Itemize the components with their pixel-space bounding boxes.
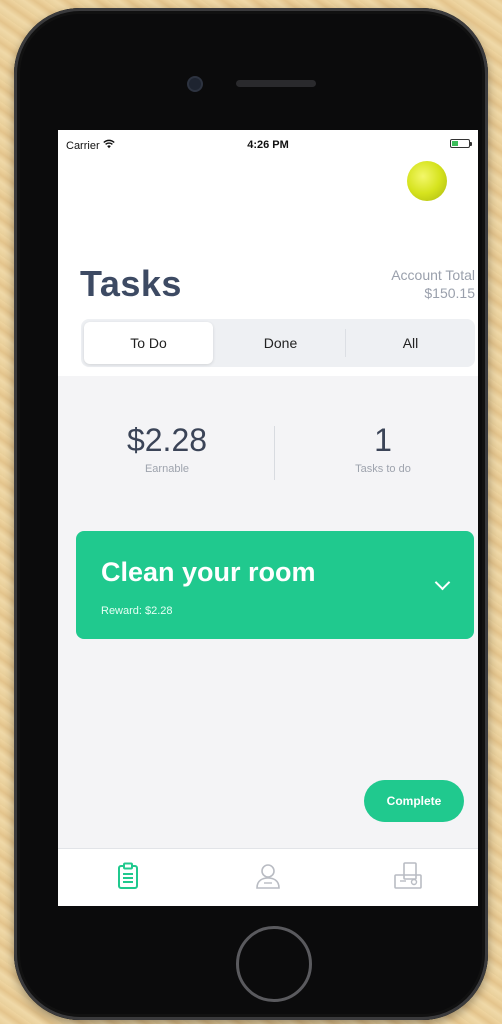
tab-bar-item-store[interactable] (338, 849, 478, 906)
task-card[interactable]: Clean your room Reward: $2.28 (76, 531, 474, 639)
tab-done[interactable]: Done (216, 319, 345, 367)
earnable-label: Earnable (144, 463, 190, 475)
bottom-tab-bar (58, 848, 478, 906)
earpiece-speaker (236, 80, 316, 87)
tab-bar-item-tasks[interactable] (58, 849, 198, 906)
tab-all[interactable]: All (346, 319, 475, 367)
status-bar: Carrier 4:26 PM (58, 130, 478, 158)
account-total-label: Account Total (391, 267, 475, 283)
task-reward: Reward: $2.28 (101, 605, 173, 617)
earnable-stat: $2.28 Earnable (92, 422, 242, 475)
page-title: Tasks (80, 263, 182, 304)
store-icon (392, 861, 424, 896)
status-time: 4:26 PM (247, 139, 289, 151)
task-filter-segmented-control: To Do Done All (81, 319, 475, 367)
task-title: Clean your room (101, 557, 316, 587)
tab-bar-item-profile[interactable] (198, 849, 338, 906)
person-icon (253, 861, 283, 896)
front-camera (187, 76, 203, 92)
complete-button[interactable]: Complete (364, 780, 464, 822)
tasks-to-do-value: 1 (374, 422, 392, 458)
avatar[interactable] (407, 161, 447, 201)
earnable-value: $2.28 (126, 422, 208, 458)
battery-icon (450, 139, 472, 148)
tab-to-do[interactable]: To Do (84, 322, 213, 364)
tasks-to-do-label: Tasks to do (355, 463, 411, 475)
home-button[interactable] (236, 926, 312, 1002)
phone-frame: Carrier 4:26 PM Tasks Account Total $150… (14, 8, 488, 1020)
clipboard-icon (117, 862, 139, 895)
stats-divider (274, 426, 275, 480)
tasks-to-do-stat: 1 Tasks to do (308, 422, 458, 475)
app-screen: Carrier 4:26 PM Tasks Account Total $150… (58, 130, 478, 906)
account-total-value: $150.15 (424, 285, 475, 301)
chevron-down-icon[interactable] (434, 574, 451, 591)
